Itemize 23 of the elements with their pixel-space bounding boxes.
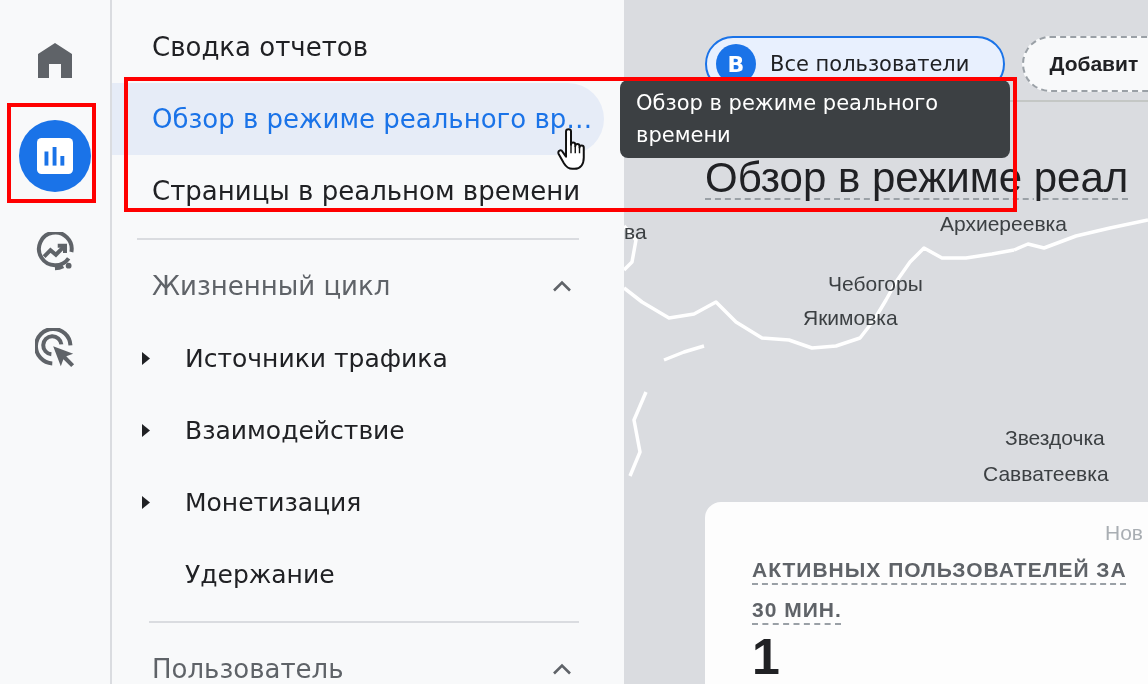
metric-title: АКТИВНЫХ ПОЛЬЗОВАТЕЛЕЙ ЗА 30 МИН. (752, 557, 1128, 623)
add-comparison-button[interactable]: Добавит (1022, 36, 1148, 92)
map-label: Звездочка (1005, 426, 1105, 450)
nav-item[interactable]: Удержание (112, 538, 624, 610)
map-label: Савватеевка (983, 462, 1109, 486)
trend-circle-icon (35, 232, 75, 272)
target-cursor-icon (35, 328, 75, 368)
home-icon (38, 42, 72, 78)
nav-item[interactable]: Взаимодействие (112, 394, 624, 466)
tooltip: Обзор в режиме реального времени (620, 80, 1010, 158)
map-label: Якимовка (803, 306, 898, 330)
nav-link[interactable]: Страницы в реальном времени (112, 155, 604, 227)
bar-chart-icon (37, 138, 73, 174)
section-header[interactable]: Пользователь (112, 633, 624, 684)
nav-link[interactable]: Сводка отчетов (112, 11, 604, 83)
nav-item[interactable]: Монетизация (112, 466, 624, 538)
map-label: ва (624, 220, 647, 244)
map-label: Архиереевка (940, 212, 1067, 236)
section-header[interactable]: Жизненный цикл (112, 250, 624, 322)
nav-item[interactable]: Источники трафика (112, 322, 624, 394)
map-label: Чебогоры (828, 272, 923, 296)
map-label: Нов (1105, 521, 1143, 545)
metric-value: 1 (752, 634, 780, 680)
